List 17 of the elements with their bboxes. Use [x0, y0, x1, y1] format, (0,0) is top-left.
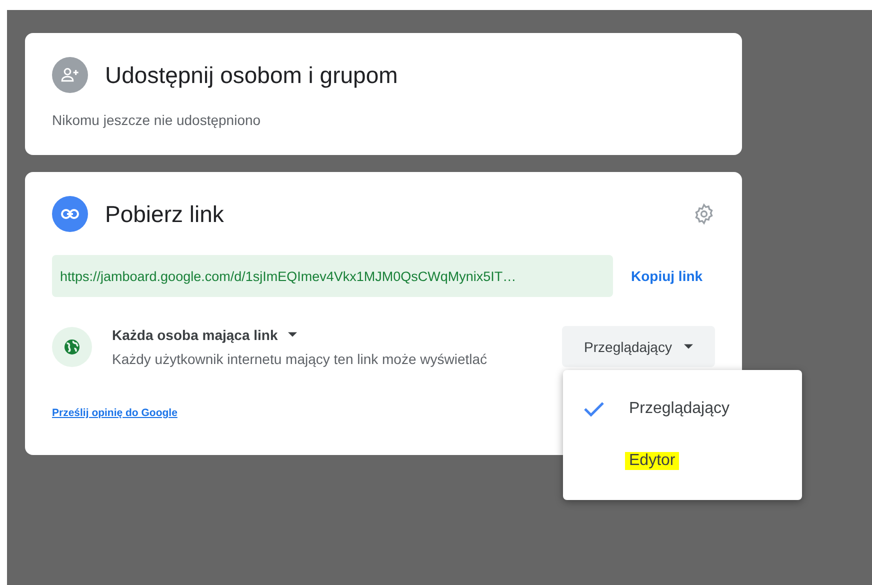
globe-icon [52, 326, 92, 366]
caret-icon [684, 344, 693, 349]
settings-icon[interactable] [693, 203, 715, 225]
link-icon [52, 196, 88, 232]
access-dropdown[interactable]: Każda osoba mająca link [112, 326, 562, 342]
add-person-icon [52, 57, 88, 93]
feedback-link[interactable]: Prześlij opinię do Google [52, 407, 178, 419]
link-url-field[interactable]: https://jamboard.google.com/d/1sjImEQImev4Vkx1MJM0QsCWqMynix5IT… [52, 255, 613, 297]
role-dropdown[interactable]: Przeglądający [562, 326, 715, 367]
share-status: Nikomu jeszcze nie udostępniono [52, 112, 262, 128]
link-title: Pobierz link [105, 200, 225, 228]
menu-item[interactable]: Edytor [583, 450, 802, 472]
access-description: Każdy użytkownik internetu mający ten link może wyświetlać [112, 350, 488, 366]
caret-icon [288, 332, 297, 337]
copy-link[interactable]: Kopiuj link [631, 268, 703, 284]
menu-item[interactable]: Przeglądający [583, 398, 802, 420]
share-title: Udostępnij osobom i grupom [105, 62, 399, 88]
